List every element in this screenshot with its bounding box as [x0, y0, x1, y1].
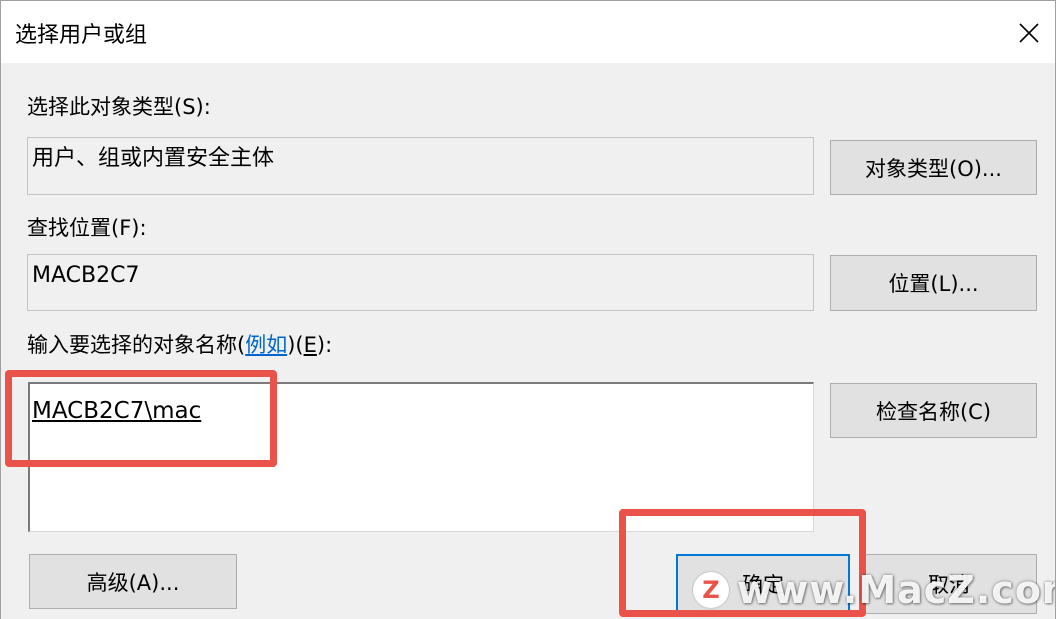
object-names-label-mid: )( [287, 333, 304, 357]
object-types-button[interactable]: 对象类型(O)... [830, 140, 1037, 195]
object-names-input[interactable]: MACB2C7\mac [28, 382, 814, 532]
object-names-label-suffix: ): [316, 333, 333, 357]
close-button[interactable] [1007, 11, 1051, 55]
close-icon [1019, 23, 1039, 43]
object-names-label-prefix: 输入要选择的对象名称( [27, 333, 246, 357]
advanced-button[interactable]: 高级(A)... [29, 554, 237, 609]
object-names-value: MACB2C7\mac [32, 398, 202, 424]
location-label: 查找位置(F): [27, 216, 147, 240]
object-names-label-key: E [303, 333, 317, 357]
object-type-label: 选择此对象类型(S): [27, 95, 211, 119]
location-field: MACB2C7 [27, 254, 814, 311]
check-names-button[interactable]: 检查名称(C) [830, 383, 1037, 438]
select-users-or-groups-dialog: 选择用户或组 选择此对象类型(S): 用户、组或内置安全主体 对象类型(O)..… [0, 0, 1056, 619]
window-title: 选择用户或组 [15, 23, 148, 48]
examples-link[interactable]: 例如 [245, 333, 287, 357]
title-bar: 选择用户或组 [1, 1, 1055, 63]
object-type-field: 用户、组或内置安全主体 [27, 137, 814, 195]
locations-button[interactable]: 位置(L)... [830, 255, 1037, 311]
cancel-button[interactable]: 取消 [861, 554, 1037, 614]
ok-button[interactable]: 确定 [676, 554, 850, 614]
object-names-label: 输入要选择的对象名称(例如)(E): [27, 331, 332, 359]
